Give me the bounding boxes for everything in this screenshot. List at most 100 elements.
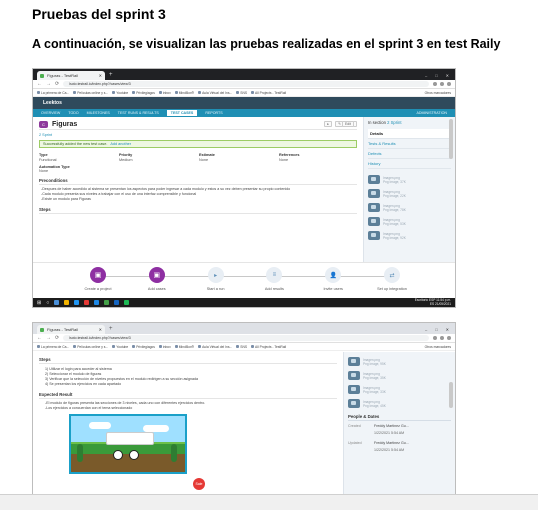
minimize-icon[interactable]: – bbox=[425, 71, 427, 80]
attachment[interactable]: Imagen.png Png Image, 37K bbox=[368, 175, 451, 184]
onboarding-step[interactable]: ▸ Start a run bbox=[186, 267, 246, 291]
bookmark-item[interactable]: SNS bbox=[236, 91, 247, 95]
sidebar-link-defects[interactable]: Defects bbox=[368, 149, 451, 159]
extension-icon[interactable] bbox=[433, 336, 437, 340]
sidebar-link-tests-results[interactable]: Tests & Results bbox=[368, 139, 451, 149]
onboarding-step[interactable]: ▣ Create a project bbox=[68, 267, 128, 291]
attachment[interactable]: Imagen.png Png Image, 35K bbox=[348, 371, 451, 380]
extension-icon[interactable] bbox=[433, 82, 437, 86]
chrome-icon[interactable] bbox=[104, 300, 110, 305]
close-icon[interactable]: ✕ bbox=[99, 71, 102, 80]
mail-icon[interactable] bbox=[74, 300, 80, 305]
sidebar-link-details[interactable]: Details bbox=[368, 129, 451, 139]
attachment[interactable]: Imagen.png Png Image, 33K bbox=[348, 385, 451, 394]
onboarding-step[interactable]: ⇄ Set up integration bbox=[362, 267, 422, 291]
onboarding-step[interactable]: ≡ Add results bbox=[244, 267, 304, 291]
onboarding-step[interactable]: 👤 Invite users bbox=[303, 267, 363, 291]
forward-icon[interactable]: → bbox=[46, 81, 51, 87]
bookmark-item[interactable]: Youtube bbox=[112, 91, 128, 95]
close-window-icon[interactable]: ✕ bbox=[446, 71, 449, 80]
attachment[interactable]: Imagen.png Png Image, 45K bbox=[348, 399, 451, 408]
nav-tab-todo[interactable]: TODO bbox=[68, 111, 78, 115]
extension-icon[interactable] bbox=[440, 336, 444, 340]
section-breadcrumb[interactable]: 2 Sprint bbox=[39, 133, 357, 137]
windows-start-icon[interactable]: ⊞ bbox=[37, 300, 41, 306]
attachment[interactable]: Imagen.png Png Image, 78K bbox=[368, 203, 451, 212]
bookmark-item[interactable]: Privilegiagos bbox=[132, 91, 155, 95]
sidebar-link-history[interactable]: History bbox=[368, 159, 451, 169]
sale-badge-icon: Sale bbox=[193, 478, 205, 490]
profile-icon[interactable] bbox=[447, 336, 451, 340]
bookmark-item[interactable]: MindBox® bbox=[175, 345, 194, 349]
bookmark-item[interactable]: MindBox® bbox=[175, 91, 194, 95]
bookmark-item[interactable]: All Projects - TestRail bbox=[251, 91, 286, 95]
back-icon[interactable]: ← bbox=[37, 81, 42, 87]
bookmark-item[interactable]: inbox bbox=[159, 91, 171, 95]
reload-icon[interactable]: ⟳ bbox=[55, 81, 59, 87]
bookmark-item[interactable]: Aula Virtual del Ins... bbox=[198, 345, 232, 349]
section-link[interactable]: 2 Sprint bbox=[387, 120, 401, 125]
updated-by[interactable]: Freddy Martinez Gu... bbox=[374, 441, 451, 445]
maximize-icon[interactable]: □ bbox=[435, 71, 437, 80]
favicon-icon bbox=[40, 74, 44, 78]
bookmark-item[interactable]: SNS bbox=[236, 345, 247, 349]
word-icon[interactable] bbox=[114, 300, 120, 305]
bookmark-item[interactable]: All Projects - TestRail bbox=[251, 345, 286, 349]
field-value: None bbox=[279, 158, 289, 162]
url-input[interactable]: lsoto.testrail.io/index.php?/cases/view/… bbox=[63, 335, 429, 341]
field-label: References bbox=[279, 153, 300, 157]
minimize-icon[interactable]: – bbox=[425, 325, 427, 334]
close-icon[interactable]: ✕ bbox=[99, 325, 102, 334]
scrollbar[interactable] bbox=[449, 382, 453, 408]
scrollbar[interactable] bbox=[449, 119, 453, 159]
bookmark-item[interactable]: Privilegiagos bbox=[132, 345, 155, 349]
browser-tab[interactable]: Figuras - TestRail ✕ bbox=[37, 325, 105, 334]
testrail-nav: OVERVIEW TODO MILESTONES TEST RUNS & RESULT… bbox=[33, 109, 455, 117]
add-another-link[interactable]: Add another bbox=[110, 142, 131, 146]
nav-tab-overview[interactable]: OVERVIEW bbox=[41, 111, 60, 115]
browser-tab[interactable]: Figuras - TestRail ✕ bbox=[37, 71, 105, 80]
profile-icon[interactable] bbox=[447, 82, 451, 86]
bookmark-item[interactable]: Youtube bbox=[112, 345, 128, 349]
edge-icon[interactable] bbox=[94, 300, 100, 305]
bookmark-item[interactable]: La primera de Ca... bbox=[37, 91, 69, 95]
attachment[interactable]: Imagen.png Png Image, 95K bbox=[348, 357, 451, 366]
other-bookmarks[interactable]: Otros marcadores bbox=[425, 345, 451, 349]
attachment[interactable]: Imagen.png Png Image, 53K bbox=[368, 217, 451, 226]
file-explorer-icon[interactable] bbox=[64, 300, 70, 305]
onboarding-step-icon: 👤 bbox=[325, 267, 342, 283]
new-tab-icon[interactable]: + bbox=[109, 325, 113, 334]
search-icon[interactable]: ○ bbox=[46, 300, 49, 306]
maximize-icon[interactable]: □ bbox=[435, 325, 437, 334]
nav-tab-milestones[interactable]: MILESTONES bbox=[87, 111, 110, 115]
bookmark-item[interactable]: Películas online y s... bbox=[73, 91, 108, 95]
play-icon[interactable]: ▸ bbox=[324, 121, 333, 127]
address-bar: ← → ⟳ lsoto.testrail.io/index.php?/cases… bbox=[33, 334, 455, 343]
spotify-icon[interactable] bbox=[124, 300, 130, 305]
taskview-icon[interactable] bbox=[54, 300, 60, 305]
app-icon[interactable] bbox=[84, 300, 90, 305]
attachment[interactable]: Imagen.png Png Image, 22K bbox=[368, 189, 451, 198]
nav-tab-administration[interactable]: ADMINISTRATION bbox=[417, 111, 447, 115]
new-tab-icon[interactable]: + bbox=[109, 71, 113, 80]
url-input[interactable]: lsoto.testrail.io/index.php?/cases/view/… bbox=[63, 81, 429, 87]
bookmark-item[interactable]: Aula Virtual del Ins... bbox=[198, 91, 232, 95]
reload-icon[interactable]: ⟳ bbox=[55, 335, 59, 341]
forward-icon[interactable]: → bbox=[46, 335, 51, 341]
created-by[interactable]: Freddy Martinez Gu... bbox=[374, 424, 451, 428]
nav-tab-test-cases[interactable]: TEST CASES bbox=[166, 110, 198, 116]
back-icon[interactable]: ← bbox=[37, 335, 42, 341]
nav-tab-reports[interactable]: REPORTS bbox=[205, 111, 222, 115]
attachment[interactable]: Imagen.png Png Image, 92K bbox=[368, 231, 451, 240]
edit-button[interactable]: ✎ Edit bbox=[335, 121, 357, 127]
onboarding-step[interactable]: ▣ Add cases bbox=[127, 267, 187, 291]
bookmark-item[interactable]: Películas online y s... bbox=[73, 345, 108, 349]
updated-row: Updated Freddy Martinez Gu... 1/22/2021 5… bbox=[348, 441, 451, 452]
bookmark-item[interactable]: inbox bbox=[159, 345, 171, 349]
nav-tab-test-runs-results[interactable]: TEST RUNS & RESULTS bbox=[118, 111, 159, 115]
extension-icon[interactable] bbox=[440, 82, 444, 86]
close-window-icon[interactable]: ✕ bbox=[446, 325, 449, 334]
onboarding-step-label: Add results bbox=[264, 287, 284, 291]
other-bookmarks[interactable]: Otros marcadores bbox=[425, 91, 451, 95]
bookmark-item[interactable]: La primera de Ca... bbox=[37, 345, 69, 349]
